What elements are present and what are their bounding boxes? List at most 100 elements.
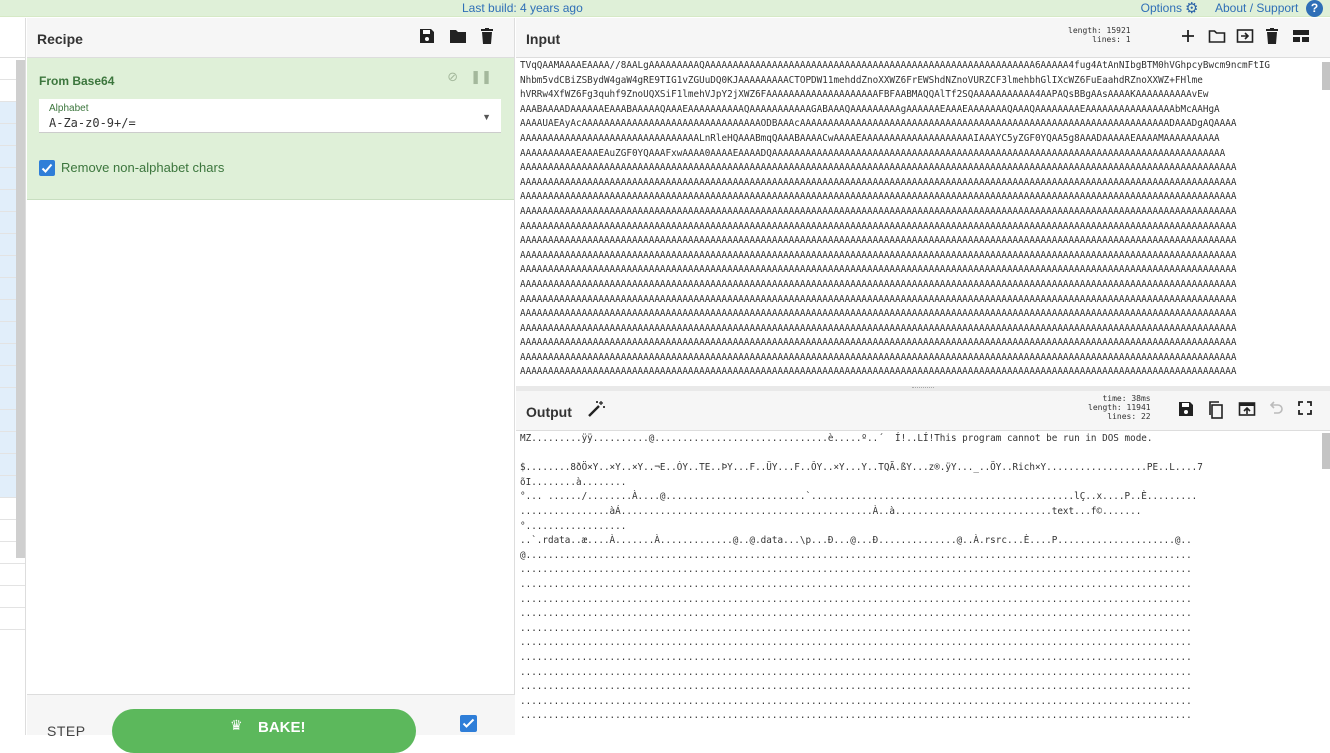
reset-layout-icon[interactable] — [1292, 28, 1310, 46]
output-textarea[interactable]: MZ.........ÿÿ..........@................… — [516, 432, 1322, 735]
about-support-link[interactable]: About / Support — [1215, 1, 1298, 15]
output-lines: lines: 22 — [1107, 412, 1151, 421]
open-folder-icon[interactable] — [1208, 28, 1226, 46]
magic-wand-icon[interactable] — [586, 400, 606, 423]
input-line: AAAAAAAAAAEAAAEAuZGF0YQAAAFxwAAAA0AAAAEA… — [520, 147, 1226, 159]
step-button[interactable]: STEP — [47, 723, 86, 739]
input-scrollbar[interactable] — [1322, 62, 1330, 90]
open-file-icon[interactable] — [1236, 28, 1254, 46]
input-line: Nhbm5vdCBiZSBydW4gaW4gRE9TIG1vZGUuDQ0KJA… — [520, 74, 1203, 86]
output-panel: Output time: 38ms length: 11941 lines: 2… — [516, 391, 1330, 735]
input-panel: Input length: 15921 lines: 1 TVqQAAMAAAA… — [516, 18, 1330, 386]
chef-icon: ♛ — [230, 717, 243, 733]
output-scrollbar[interactable] — [1322, 433, 1330, 469]
output-line: ................àÁ......................… — [520, 505, 1142, 517]
output-line: ........................................… — [520, 578, 1192, 590]
auto-bake-checkbox[interactable] — [460, 715, 477, 732]
remove-non-alphabet-checkbox[interactable] — [39, 160, 55, 176]
input-line: AAAAAAAAAAAAAAAAAAAAAAAAAAAAAAAAAAAAAAAA… — [520, 191, 1237, 203]
load-recipe-icon[interactable] — [449, 28, 467, 46]
save-recipe-icon[interactable] — [419, 28, 437, 46]
last-build-text: Last build: 4 years ago — [462, 1, 583, 15]
output-line: MZ.........ÿÿ..........@................… — [520, 433, 1153, 444]
output-line: $........8ðÖ×Y..×Y..×Y..¬E..ÓY..TE..ÞY..… — [520, 462, 1203, 474]
input-textarea[interactable]: TVqQAAMAAAAEAAAA//8AALgAAAAAAAAAQAAAAAAA… — [516, 59, 1330, 386]
operation-item[interactable] — [0, 586, 25, 608]
output-line: ........................................… — [520, 681, 1192, 693]
input-line: AAAAUAEAyAcAAAAAAAAAAAAAAAAAAAAAAAAAAAAA… — [520, 118, 1237, 130]
input-line: AAAAAAAAAAAAAAAAAAAAAAAAAAAAAAAAAAAAAAAA… — [520, 278, 1237, 290]
undo-icon[interactable] — [1268, 401, 1286, 419]
alphabet-select[interactable]: Alphabet A-Za-z0-9+/= ▼ — [39, 99, 501, 133]
input-line: AAAAAAAAAAAAAAAAAAAAAAAAAAAAAAAAAAAAAAAA… — [520, 322, 1237, 334]
pause-icon[interactable]: ❚❚ — [470, 69, 492, 85]
output-title: Output — [526, 404, 572, 420]
output-line: ..`.rdata..æ....À.......À.............@.… — [520, 535, 1192, 547]
recipe-header: Recipe — [27, 18, 514, 58]
input-line: hVRRw4XfWZ6Fg3quhf9ZnoUQXSiF1lmehVJpY2jX… — [520, 89, 1209, 101]
output-line: °... ....../........À....@..............… — [520, 491, 1198, 503]
clear-recipe-icon[interactable] — [479, 28, 497, 46]
maximise-icon[interactable] — [1298, 401, 1316, 419]
operation-item[interactable] — [0, 608, 25, 630]
help-icon[interactable]: ? — [1306, 0, 1323, 17]
input-line: AAAAAAAAAAAAAAAAAAAAAAAAAAAAAAAAAAAAAAAA… — [520, 235, 1237, 247]
output-line: ........................................… — [520, 564, 1192, 576]
recipe-panel: Recipe From Base64 ⊘ ❚❚ Alphabet A-Za-z0… — [27, 18, 515, 753]
operations-panel — [0, 18, 26, 735]
input-line: AAAAAAAAAAAAAAAAAAAAAAAAAAAAAAAAAAAAAAAA… — [520, 162, 1237, 174]
input-length: length: 15921 — [1068, 26, 1131, 35]
input-line: AAABAAAADAAAAAAEAAABAAAAAQAAAEAAAAAAAAAA… — [520, 103, 1220, 115]
replace-input-icon[interactable] — [1238, 401, 1256, 419]
input-line: AAAAAAAAAAAAAAAAAAAAAAAAAAAAAAAAAAAAAAAA… — [520, 351, 1237, 363]
input-header: Input length: 15921 lines: 1 — [516, 18, 1330, 58]
chevron-down-icon[interactable]: ▼ — [482, 112, 491, 122]
disable-icon[interactable]: ⊘ — [447, 69, 458, 85]
alphabet-value: A-Za-z0-9+/= — [49, 116, 136, 130]
output-line: ........................................… — [520, 593, 1192, 605]
output-line: ........................................… — [520, 608, 1192, 620]
input-line: TVqQAAMAAAAEAAAA//8AALgAAAAAAAAAQAAAAAAA… — [520, 60, 1271, 71]
output-line: °.................. — [520, 520, 627, 532]
output-time: time: 38ms — [1102, 394, 1151, 403]
gear-icon[interactable]: ⚙ — [1185, 0, 1198, 17]
input-line: AAAAAAAAAAAAAAAAAAAAAAAAAAAAAAAAAAAAAAAA… — [520, 176, 1237, 188]
operations-header — [0, 18, 25, 58]
add-tab-icon[interactable] — [1180, 28, 1198, 46]
input-line: AAAAAAAAAAAAAAAAAAAAAAAAAAAAAAAAAAAAAAAA… — [520, 220, 1237, 232]
top-banner: Last build: 4 years ago Options ⚙ About … — [0, 0, 1330, 17]
operation-item[interactable] — [0, 564, 25, 586]
output-line: ........................................… — [520, 666, 1192, 678]
output-line: ........................................… — [520, 622, 1192, 634]
input-line: AAAAAAAAAAAAAAAAAAAAAAAAAAAAAAAAAAAAAAAA… — [520, 264, 1237, 276]
input-line: AAAAAAAAAAAAAAAAAAAAAAAAAAAAAAAAAAAAAAAA… — [520, 337, 1237, 349]
output-line: ........................................… — [520, 695, 1192, 707]
input-line: AAAAAAAAAAAAAAAAAAAAAAAAAAAAAAAALnRleHQA… — [520, 132, 1220, 144]
options-link[interactable]: Options — [1141, 1, 1182, 15]
operations-scrollbar[interactable] — [16, 60, 25, 558]
input-line: AAAAAAAAAAAAAAAAAAAAAAAAAAAAAAAAAAAAAAAA… — [520, 249, 1237, 261]
alphabet-label: Alphabet — [49, 103, 89, 114]
output-line: ........................................… — [520, 637, 1192, 649]
output-line: ........................................… — [520, 710, 1192, 722]
copy-output-icon[interactable] — [1208, 401, 1226, 419]
input-line: AAAAAAAAAAAAAAAAAAAAAAAAAAAAAAAAAAAAAAAA… — [520, 366, 1237, 378]
clear-input-icon[interactable] — [1264, 28, 1282, 46]
bake-button[interactable]: ♛ BAKE! — [112, 709, 416, 753]
bake-label: BAKE! — [258, 719, 306, 736]
output-line: ........................................… — [520, 651, 1192, 663]
input-line: AAAAAAAAAAAAAAAAAAAAAAAAAAAAAAAAAAAAAAAA… — [520, 308, 1237, 320]
input-title: Input — [526, 31, 561, 47]
output-line: @.......................................… — [520, 549, 1192, 561]
remove-non-alphabet-label: Remove non-alphabet chars — [61, 160, 225, 175]
output-header: Output time: 38ms length: 11941 lines: 2… — [516, 391, 1330, 431]
input-lines: lines: 1 — [1092, 35, 1131, 44]
output-line: õI........à........ — [520, 476, 627, 488]
bake-area: STEP ♛ BAKE! — [27, 694, 515, 753]
save-output-icon[interactable] — [1178, 401, 1196, 419]
output-length: length: 11941 — [1088, 403, 1151, 412]
recipe-title: Recipe — [37, 31, 83, 47]
operation-from-base64[interactable]: From Base64 ⊘ ❚❚ Alphabet A-Za-z0-9+/= ▼… — [27, 58, 514, 200]
input-line: AAAAAAAAAAAAAAAAAAAAAAAAAAAAAAAAAAAAAAAA… — [520, 293, 1237, 305]
